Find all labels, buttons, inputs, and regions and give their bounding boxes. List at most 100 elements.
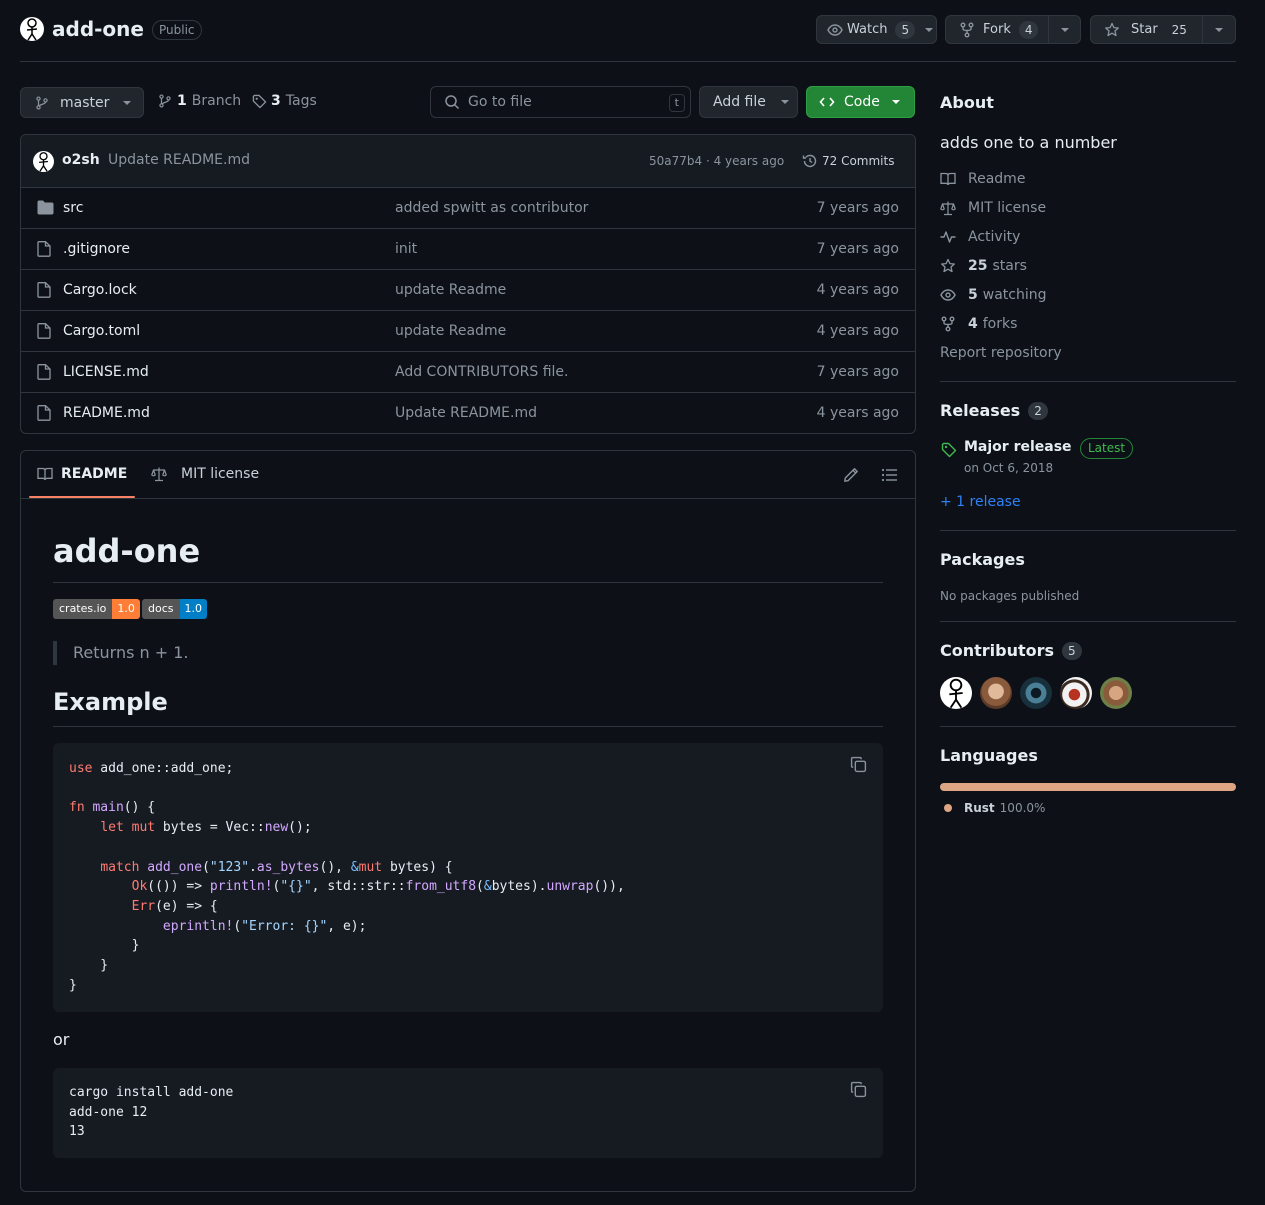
stars-link[interactable]: 25 stars — [940, 258, 1027, 274]
file-name[interactable]: Cargo.lock — [63, 282, 137, 298]
sidebar-divider — [940, 381, 1236, 382]
commits-count: 72 Commits — [822, 154, 895, 168]
add-file-button[interactable]: Add file — [699, 86, 798, 118]
file-name[interactable]: .gitignore — [63, 241, 130, 257]
table-row[interactable]: Cargo.lock update Readme 4 years ago — [21, 269, 915, 310]
file-icon — [37, 364, 51, 380]
more-releases-link[interactable]: + 1 release — [940, 494, 1021, 510]
contributor-avatar[interactable] — [940, 677, 972, 709]
star-dropdown-button[interactable] — [1202, 15, 1236, 44]
branch-label: Branch — [191, 93, 242, 109]
packages-heading[interactable]: Packages — [940, 550, 1025, 569]
chevron-down-icon — [925, 27, 934, 32]
watch-button[interactable]: Watch 5 — [816, 15, 937, 44]
fork-button[interactable]: Fork 4 — [945, 15, 1049, 44]
fork-dropdown-button[interactable] — [1048, 15, 1081, 44]
license-link[interactable]: MIT license — [940, 200, 1046, 216]
code-button[interactable]: Code — [806, 86, 915, 118]
readme-link[interactable]: Readme — [940, 171, 1025, 187]
branch-icon — [35, 95, 49, 110]
commit-hash-time[interactable]: 50a77b4 · 4 years ago — [649, 154, 784, 168]
repo-name[interactable]: add-one — [52, 17, 144, 41]
table-row[interactable]: .gitignore init 7 years ago — [21, 228, 915, 269]
contributors-count: 5 — [1062, 641, 1082, 660]
docs-badge[interactable]: docs 1.0 — [142, 599, 207, 619]
commits-link[interactable]: 72 Commits — [802, 153, 894, 169]
watch-count: 5 — [895, 20, 916, 39]
eye-icon — [827, 22, 843, 38]
blockquote-bar — [53, 641, 57, 665]
language-percent: 100.0% — [999, 801, 1046, 815]
star-icon — [1104, 22, 1120, 38]
readme-title-divider — [53, 582, 883, 583]
file-age: 4 years ago — [816, 323, 899, 339]
file-name[interactable]: LICENSE.md — [63, 364, 149, 380]
contributor-avatar[interactable] — [1060, 677, 1092, 709]
docs-badge-value: 1.0 — [179, 599, 207, 619]
table-row[interactable]: LICENSE.md Add CONTRIBUTORS file. 7 year… — [21, 351, 915, 392]
example-heading: Example — [53, 688, 168, 716]
releases-heading[interactable]: Releases 2 — [940, 401, 1048, 420]
tags-link[interactable]: 3 Tags — [252, 93, 317, 109]
readme-tabs-divider — [21, 498, 915, 499]
packages-empty: No packages published — [940, 589, 1080, 603]
contributor-avatar[interactable] — [980, 677, 1012, 709]
release-name[interactable]: Major release — [964, 439, 1072, 455]
chevron-down-icon — [1215, 27, 1223, 32]
contributors-heading-label: Contributors — [940, 641, 1055, 660]
file-commit-message[interactable]: added spwitt as contributor — [395, 200, 588, 216]
docs-badge-label: docs — [142, 599, 180, 619]
go-to-file-search[interactable]: Go to file t — [430, 86, 691, 118]
activity-link[interactable]: Activity — [940, 229, 1020, 245]
language-color-dot — [944, 804, 952, 812]
license-link-label: MIT license — [968, 200, 1047, 216]
crates-badge[interactable]: crates.io 1.0 — [53, 599, 140, 619]
contributor-avatar[interactable] — [1020, 677, 1052, 709]
book-icon — [940, 171, 968, 187]
repo-avatar[interactable] — [20, 17, 44, 41]
branch-selector[interactable]: master — [20, 87, 144, 118]
fork-count: 4 — [1018, 20, 1039, 39]
edit-pencil-icon[interactable] — [843, 467, 859, 483]
branch-count: 1 — [177, 93, 187, 109]
copy-icon[interactable] — [850, 1081, 867, 1098]
file-commit-message[interactable]: Add CONTRIBUTORS file. — [395, 364, 569, 380]
sidebar-divider — [940, 726, 1236, 727]
commit-message[interactable]: Update README.md — [108, 152, 250, 168]
commit-author[interactable]: o2sh — [62, 152, 100, 168]
file-commit-message[interactable]: init — [395, 241, 417, 257]
file-name[interactable]: Cargo.toml — [63, 323, 140, 339]
branches-link[interactable]: 1 Branch — [158, 93, 241, 109]
copy-icon[interactable] — [850, 756, 867, 773]
table-row[interactable]: README.md Update README.md 4 years ago — [21, 392, 915, 433]
table-row[interactable]: Cargo.toml update Readme 4 years ago — [21, 310, 915, 351]
tab-readme[interactable]: README — [37, 466, 127, 482]
contributor-avatar[interactable] — [1100, 677, 1132, 709]
file-icon — [37, 323, 51, 339]
forks-count: 4 — [968, 316, 978, 332]
about-description: adds one to a number — [940, 133, 1117, 152]
or-text: or — [53, 1030, 70, 1049]
fork-icon — [959, 22, 975, 38]
table-row[interactable]: src added spwitt as contributor 7 years … — [21, 187, 915, 228]
outline-list-icon[interactable] — [881, 467, 898, 483]
report-repository-link[interactable]: Report repository — [940, 345, 1062, 361]
file-commit-message[interactable]: update Readme — [395, 282, 506, 298]
file-commit-message[interactable]: Update README.md — [395, 405, 537, 421]
search-icon — [444, 94, 460, 110]
contributors-heading[interactable]: Contributors 5 — [940, 641, 1082, 660]
code-block-content: cargo install add-one add-one 12 13 — [69, 1085, 234, 1140]
forks-link[interactable]: 4 forks — [940, 316, 1017, 332]
file-name[interactable]: src — [63, 200, 83, 216]
star-button[interactable]: Star 25 — [1090, 15, 1203, 44]
tag-icon — [252, 94, 267, 109]
star-icon — [940, 258, 968, 274]
language-item[interactable]: Rust 100.0% — [944, 801, 1045, 815]
file-commit-message[interactable]: update Readme — [395, 323, 506, 339]
watching-label: watching — [982, 287, 1047, 303]
file-age: 7 years ago — [816, 241, 899, 257]
file-name[interactable]: README.md — [63, 405, 150, 421]
commit-author-avatar[interactable] — [33, 151, 54, 172]
tab-license[interactable]: MIT license — [151, 466, 259, 482]
watching-link[interactable]: 5 watching — [940, 287, 1047, 303]
